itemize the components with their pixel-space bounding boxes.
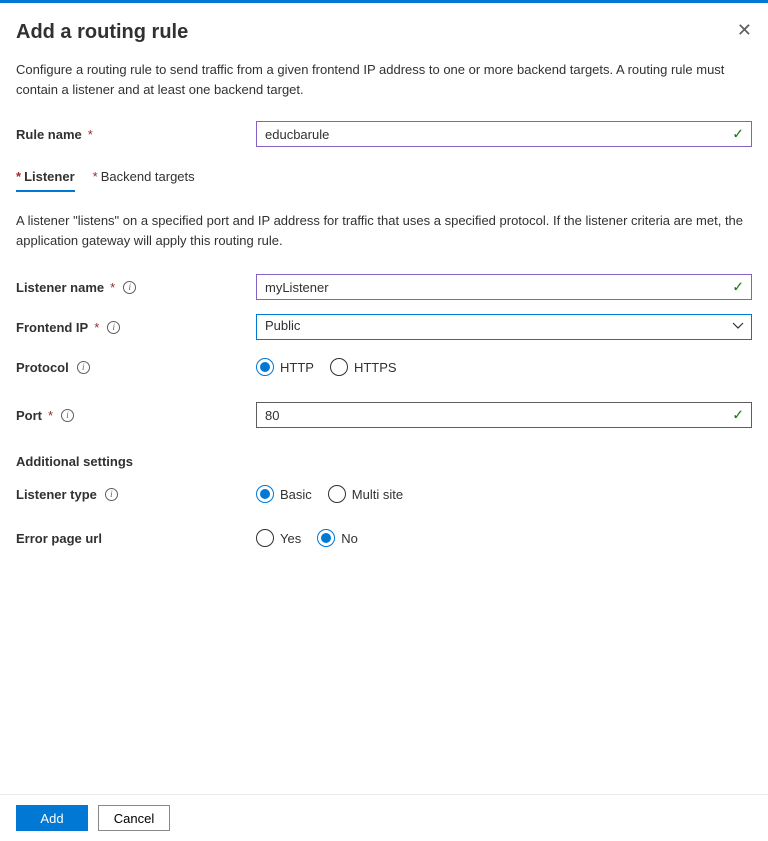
cancel-button[interactable]: Cancel xyxy=(98,805,170,831)
listener-type-multi-label: Multi site xyxy=(352,487,403,502)
required-asterisk: * xyxy=(88,127,93,142)
required-asterisk: * xyxy=(48,408,53,423)
rule-name-label: Rule name xyxy=(16,127,82,142)
info-icon[interactable]: i xyxy=(105,488,118,501)
frontend-ip-select[interactable]: Public xyxy=(256,314,752,340)
protocol-label: Protocol xyxy=(16,360,69,375)
frontend-ip-value: Public xyxy=(265,318,300,333)
protocol-row: Protocol i HTTP HTTPS xyxy=(16,354,752,380)
required-asterisk: * xyxy=(110,280,115,295)
page-title: Add a routing rule xyxy=(16,21,188,44)
required-asterisk: * xyxy=(93,169,98,184)
protocol-https-label: HTTPS xyxy=(354,360,397,375)
checkmark-icon: ✓ xyxy=(732,126,744,143)
listener-name-row: Listener name * i ✓ xyxy=(16,274,752,300)
footer-actions: Add Cancel xyxy=(0,794,768,841)
info-icon[interactable]: i xyxy=(61,409,74,422)
port-row: Port * i ✓ xyxy=(16,402,752,428)
checkmark-icon: ✓ xyxy=(732,279,744,296)
port-input[interactable] xyxy=(256,402,752,428)
listener-type-basic-label: Basic xyxy=(280,487,312,502)
port-label: Port xyxy=(16,408,42,423)
error-page-row: Error page url Yes No xyxy=(16,525,752,551)
intro-text: Configure a routing rule to send traffic… xyxy=(16,60,752,99)
listener-type-label: Listener type xyxy=(16,487,97,502)
listener-description: A listener "listens" on a specified port… xyxy=(16,211,752,250)
tabs: * Listener * Backend targets xyxy=(16,169,752,192)
info-icon[interactable]: i xyxy=(123,281,136,294)
error-page-yes-radio[interactable]: Yes xyxy=(256,529,301,547)
listener-type-basic-radio[interactable]: Basic xyxy=(256,485,312,503)
checkmark-icon: ✓ xyxy=(732,407,744,424)
listener-type-row: Listener type i Basic Multi site xyxy=(16,481,752,507)
close-icon[interactable]: ✕ xyxy=(737,21,752,39)
tab-listener-label: Listener xyxy=(24,169,75,184)
tab-listener[interactable]: * Listener xyxy=(16,169,75,192)
frontend-ip-row: Frontend IP * i Public xyxy=(16,314,752,340)
error-page-yes-label: Yes xyxy=(280,531,301,546)
tab-backend-targets[interactable]: * Backend targets xyxy=(93,169,195,192)
protocol-http-radio[interactable]: HTTP xyxy=(256,358,314,376)
error-page-no-label: No xyxy=(341,531,358,546)
required-asterisk: * xyxy=(16,169,21,184)
additional-settings-title: Additional settings xyxy=(16,454,752,469)
required-asterisk: * xyxy=(94,320,99,335)
info-icon[interactable]: i xyxy=(77,361,90,374)
panel-header: Add a routing rule ✕ xyxy=(0,3,768,54)
error-page-no-radio[interactable]: No xyxy=(317,529,358,547)
frontend-ip-label: Frontend IP xyxy=(16,320,88,335)
rule-name-row: Rule name * ✓ xyxy=(16,121,752,147)
listener-name-input[interactable] xyxy=(256,274,752,300)
protocol-https-radio[interactable]: HTTPS xyxy=(330,358,397,376)
info-icon[interactable]: i xyxy=(107,321,120,334)
listener-name-label: Listener name xyxy=(16,280,104,295)
protocol-http-label: HTTP xyxy=(280,360,314,375)
tab-backend-label: Backend targets xyxy=(101,169,195,184)
rule-name-input[interactable] xyxy=(256,121,752,147)
error-page-label: Error page url xyxy=(16,531,102,546)
listener-type-multi-radio[interactable]: Multi site xyxy=(328,485,403,503)
add-button[interactable]: Add xyxy=(16,805,88,831)
